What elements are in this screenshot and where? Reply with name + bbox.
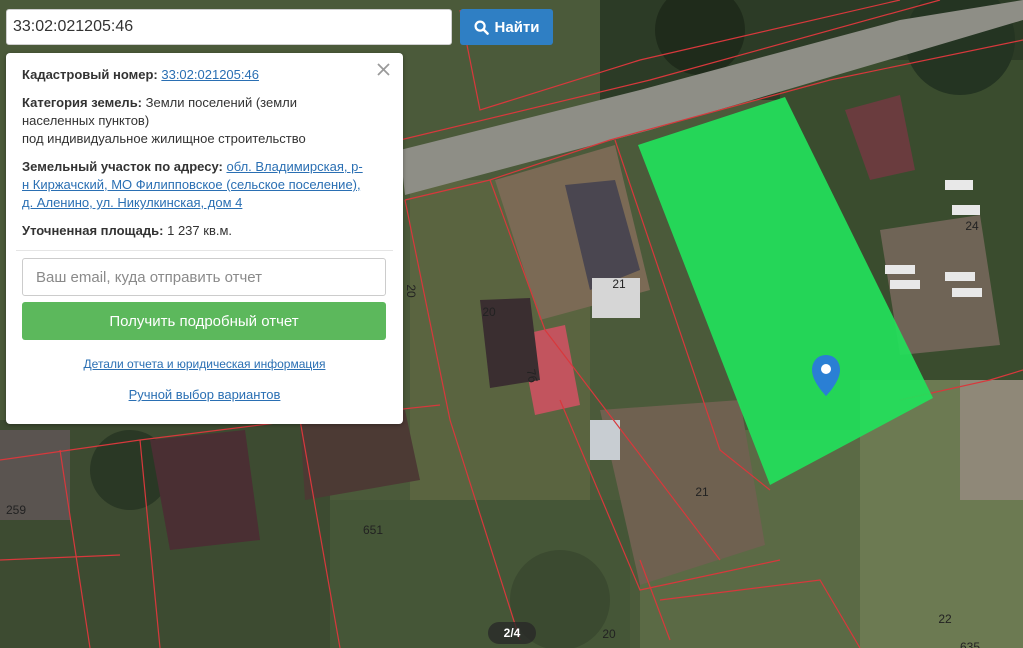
cadastral-row: Кадастровый номер: 33:02:021205:46 [22, 66, 387, 84]
search-input[interactable] [6, 9, 452, 45]
plot-number-label: 21 [695, 485, 709, 499]
plot-number-label: 22 [938, 612, 952, 626]
area-label: Уточненная площадь: [22, 223, 164, 238]
get-report-button[interactable]: Получить подробный отчет [22, 302, 386, 340]
category-value-line3: под индивидуальное жилищное строительств… [22, 131, 306, 146]
address-link-line2[interactable]: н Киржачский, МО Филипповское (сельское … [22, 177, 361, 192]
category-label: Категория земель: [22, 95, 143, 110]
email-field[interactable] [22, 258, 386, 296]
report-details-link[interactable]: Детали отчета и юридическая информация [22, 355, 387, 373]
area-value: 1 237 кв.м. [167, 223, 233, 238]
address-link-line1[interactable]: обл. Владимирская, р- [226, 159, 362, 174]
panel-divider [16, 250, 393, 251]
search-button-label: Найти [494, 18, 540, 36]
plot-number-label: 21 [612, 277, 626, 291]
parcel-info-panel: Кадастровый номер: 33:02:021205:46 Катег… [6, 53, 403, 424]
search-icon [473, 19, 489, 35]
plot-number-label: 635 [960, 640, 980, 648]
address-row: Земельный участок по адресу: обл. Владим… [22, 158, 387, 212]
area-row: Уточненная площадь: 1 237 кв.м. [22, 222, 387, 240]
plot-number-label: 7б [524, 368, 540, 384]
search-button[interactable]: Найти [460, 9, 553, 45]
cadastral-number-link[interactable]: 33:02:021205:46 [161, 67, 259, 82]
plot-number-label: 20 [404, 284, 418, 298]
category-value-line1: Земли поселений (земли [145, 95, 297, 110]
plot-number-label: 259 [6, 503, 26, 517]
manual-selection-link[interactable]: Ручной выбор вариантов [22, 386, 387, 404]
close-icon[interactable] [373, 59, 393, 79]
category-row: Категория земель: Земли поселений (земли… [22, 94, 387, 148]
plot-number-label: 20 [482, 305, 496, 319]
address-link-line3[interactable]: д. Аленино, ул. Никулкинская, дом 4 [22, 195, 242, 210]
plot-number-label: 651 [363, 523, 383, 537]
plot-number-label: 24 [965, 219, 979, 233]
cadastral-label: Кадастровый номер: [22, 67, 158, 82]
category-value-line2: населенных пунктов) [22, 113, 150, 128]
page-indicator: 2/4 [488, 622, 536, 644]
address-label: Земельный участок по адресу: [22, 159, 223, 174]
plot-number-label: 20 [602, 627, 616, 641]
